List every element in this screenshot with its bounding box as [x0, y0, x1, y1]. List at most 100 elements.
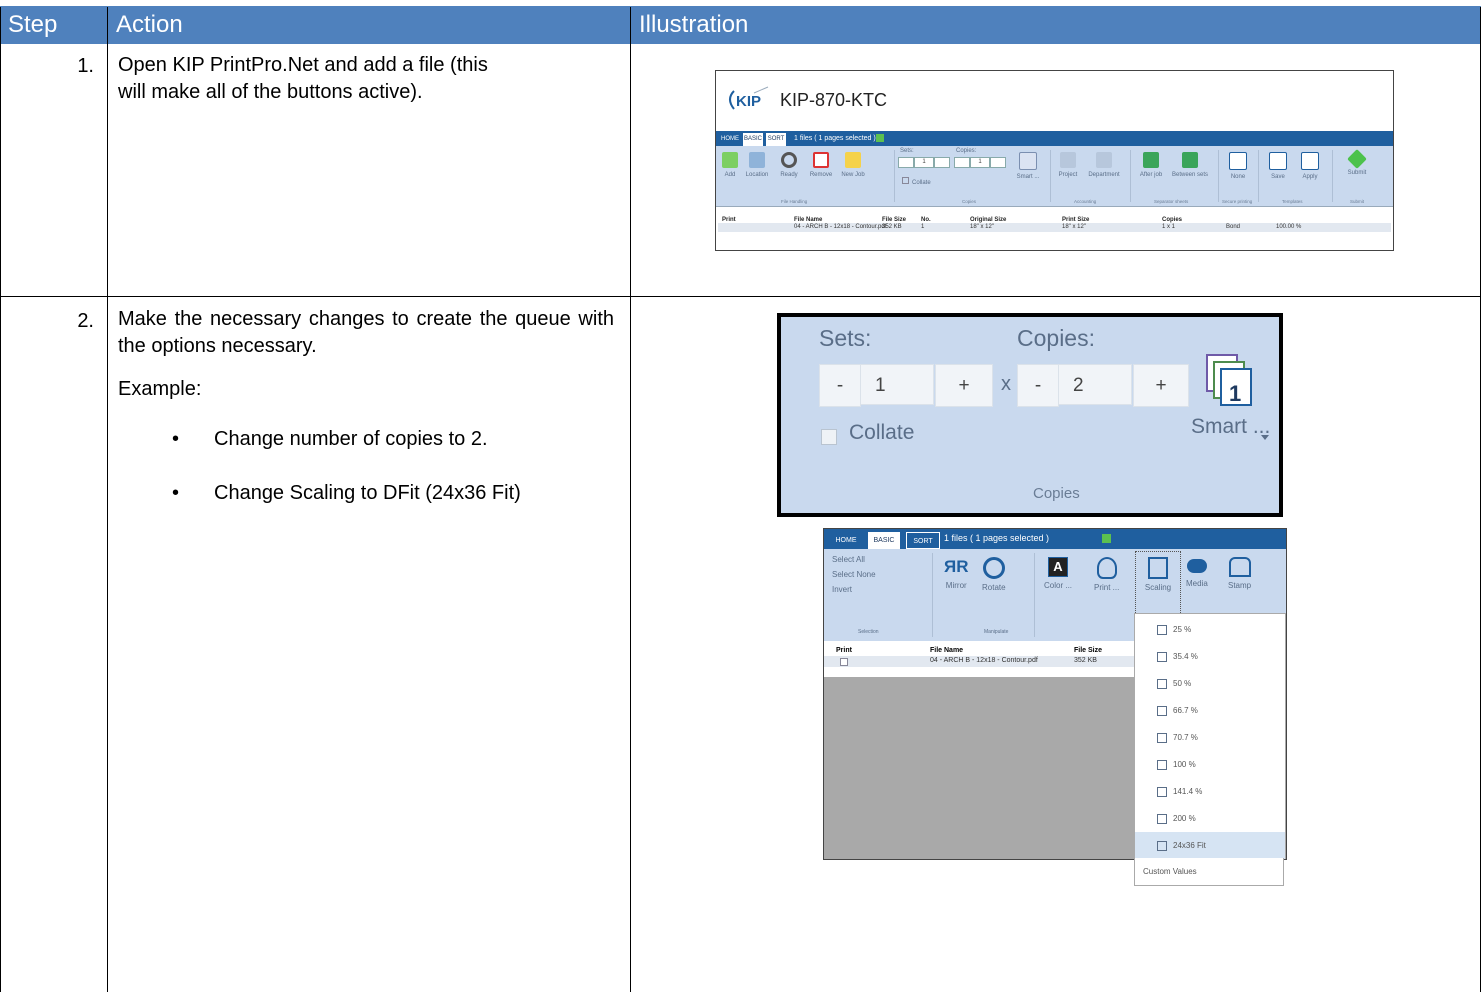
submit-button[interactable]: Submit: [1340, 149, 1374, 176]
rotate-icon: [982, 557, 1005, 579]
remove-button[interactable]: Remove: [806, 152, 836, 178]
color-button[interactable]: A Color ...: [1044, 557, 1072, 590]
rotate-button[interactable]: Rotate: [982, 557, 1006, 592]
collate-checkbox[interactable]: [821, 429, 837, 445]
stepper-value[interactable]: 1: [970, 157, 990, 168]
smart-button[interactable]: Smart ...: [1191, 415, 1270, 439]
scaling-icon: [1157, 759, 1167, 770]
location-button[interactable]: Location: [742, 152, 772, 178]
menu-item-scale[interactable]: 25 %: [1135, 616, 1285, 643]
sets-stepper[interactable]: 1: [898, 157, 950, 168]
tab-basic[interactable]: BASIC: [868, 532, 900, 549]
scaling-icon: [1157, 732, 1167, 743]
table-row[interactable]: 04 - ARCH B - 12x18 - Contour.pdf 352 KB: [824, 656, 1134, 667]
menu-item-label: 70.7 %: [1173, 733, 1198, 742]
between-sets-icon: [1182, 152, 1198, 168]
copies-stepper[interactable]: 1: [954, 157, 1006, 168]
new-job-button[interactable]: New Job: [838, 152, 868, 178]
button-label: Color ...: [1044, 581, 1073, 590]
tab-home[interactable]: HOME: [720, 133, 740, 146]
save-template-button[interactable]: Save: [1264, 152, 1292, 180]
quality-icon: [1096, 557, 1117, 579]
between-sets-button[interactable]: Between sets: [1170, 152, 1210, 178]
tab-basic[interactable]: BASIC: [743, 133, 763, 146]
smart-copies-icon[interactable]: 1: [1205, 353, 1255, 409]
tab-sort[interactable]: SORT: [906, 532, 940, 549]
menu-item-scale[interactable]: 141.4 %: [1135, 778, 1285, 805]
stepper-minus[interactable]: [898, 157, 914, 168]
menu-item-scale[interactable]: 66.7 %: [1135, 697, 1285, 724]
copies-minus-button[interactable]: -: [1017, 364, 1059, 407]
collate-label: Collate: [912, 180, 931, 186]
stepper-minus[interactable]: [954, 157, 970, 168]
menu-item-scale[interactable]: 200 %: [1135, 805, 1285, 832]
department-button[interactable]: Department: [1084, 152, 1124, 178]
scaling-icon: [1157, 840, 1167, 851]
status-badge: [876, 134, 884, 142]
sets-plus-button[interactable]: +: [935, 364, 993, 407]
group-divider: [1258, 150, 1259, 202]
secure-none-button[interactable]: None: [1224, 152, 1252, 180]
tab-home[interactable]: HOME: [830, 532, 862, 549]
new-job-icon: [845, 152, 861, 168]
sets-label: Sets:: [819, 325, 872, 351]
step-number: 1.: [77, 55, 94, 77]
step-action-text: Open KIP PrintPro.Net and add a file (th…: [118, 54, 488, 103]
scaling-focus-outline: [1135, 551, 1181, 615]
copies-value-input[interactable]: 2: [1058, 364, 1132, 405]
add-button[interactable]: Add: [720, 152, 740, 178]
button-label: New Job: [841, 172, 865, 178]
media-button[interactable]: Media: [1186, 557, 1208, 588]
scaling-icon: [1157, 786, 1167, 797]
invert-button[interactable]: Invert: [832, 585, 852, 594]
header-step: Step: [0, 6, 107, 44]
button-label: Remove: [809, 172, 833, 178]
group-divider: [932, 553, 933, 637]
row-scale: 100.00 %: [1276, 224, 1302, 230]
smart-button[interactable]: Smart ...: [1012, 152, 1044, 180]
menu-item-label: 50 %: [1173, 679, 1192, 688]
header-step-text: Step: [8, 11, 58, 38]
sets-value-input[interactable]: 1: [860, 364, 934, 405]
collate-checkbox[interactable]: Collate: [902, 177, 931, 186]
stamp-button[interactable]: Stamp: [1228, 557, 1251, 590]
stamp-icon: [1228, 557, 1251, 577]
step-number: 2.: [77, 310, 94, 332]
scaling-dropdown: 25 % 35.4 % 50 % 66.7 % 70.7 % 100 % 141…: [1134, 613, 1286, 859]
mirror-button[interactable]: ЯR Mirror: [944, 557, 969, 590]
menu-item-scale-selected[interactable]: 24x36 Fit: [1135, 832, 1285, 859]
stepper-plus[interactable]: [934, 157, 950, 168]
menu-item-label: Custom Values: [1143, 867, 1197, 876]
tab-sort[interactable]: SORT: [766, 133, 786, 146]
stepper-value[interactable]: 1: [914, 157, 934, 168]
group-label: Secure printing: [1222, 199, 1253, 204]
menu-item-scale[interactable]: 35.4 %: [1135, 643, 1285, 670]
sets-minus-button[interactable]: -: [819, 364, 861, 407]
scaling-icon: [1157, 624, 1167, 635]
ready-button[interactable]: Ready: [774, 152, 804, 178]
apply-template-button[interactable]: Apply: [1296, 152, 1324, 180]
after-job-button[interactable]: After job: [1136, 152, 1166, 178]
group-divider: [1034, 553, 1035, 637]
grid-line: [0, 296, 1481, 297]
button-label: Project: [1058, 172, 1078, 178]
copies-plus-button[interactable]: +: [1133, 364, 1189, 407]
smart-copies-icon: [1019, 152, 1037, 170]
project-button[interactable]: Project: [1054, 152, 1082, 178]
button-label: Rotate: [982, 583, 1006, 592]
select-none-button[interactable]: Select None: [832, 570, 876, 579]
menu-item-scale[interactable]: 70.7 %: [1135, 724, 1285, 751]
menu-item-scale[interactable]: 50 %: [1135, 670, 1285, 697]
menu-item-label: 100 %: [1173, 760, 1196, 769]
print-quality-button[interactable]: Print ...: [1094, 557, 1119, 592]
group-divider: [1218, 150, 1219, 202]
scaling-icon: [1157, 651, 1167, 662]
stepper-plus[interactable]: [990, 157, 1006, 168]
row-file-size: 352 KB: [882, 224, 902, 230]
header-illustration: Illustration: [631, 6, 1481, 44]
menu-item-custom-values-label[interactable]: Custom Values: [1134, 858, 1284, 886]
menu-item-scale[interactable]: 100 %: [1135, 751, 1285, 778]
select-all-button[interactable]: Select All: [832, 555, 865, 564]
print-checkbox[interactable]: [840, 658, 848, 666]
apply-icon: [1301, 152, 1319, 170]
